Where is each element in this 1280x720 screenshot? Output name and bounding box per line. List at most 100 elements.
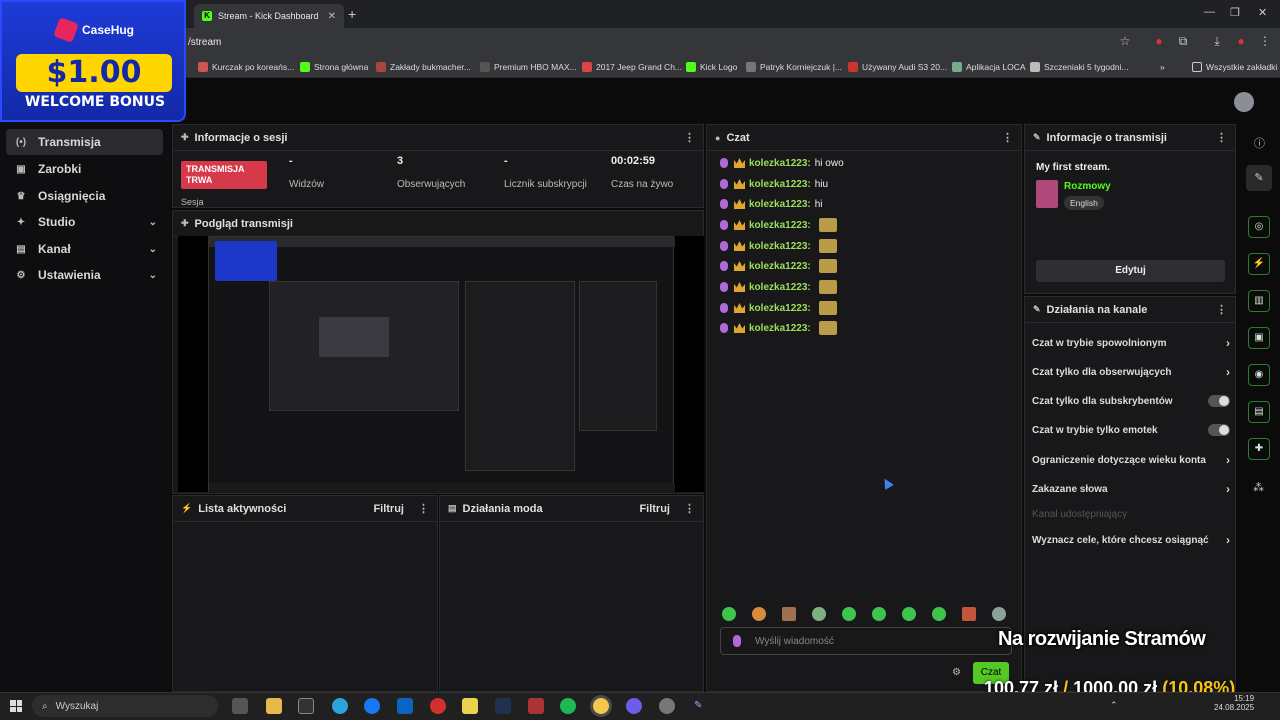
tray-chevron-icon[interactable]: ⌃ bbox=[1110, 700, 1118, 711]
broadcast-toggle-icon[interactable]: ◉ bbox=[1248, 364, 1270, 386]
emote-icon bbox=[818, 280, 837, 294]
all-bookmarks[interactable]: Wszystkie zakładki bbox=[1192, 60, 1277, 74]
user-avatar[interactable] bbox=[1234, 92, 1254, 112]
taskbar-clock[interactable]: 15:19 24.08.2025 bbox=[1214, 694, 1254, 712]
task-view-icon[interactable] bbox=[232, 698, 248, 714]
chrome-icon[interactable] bbox=[593, 698, 609, 714]
language-tag: English bbox=[1064, 196, 1104, 210]
casehug-logo: CaseHug bbox=[53, 17, 134, 43]
quick-emote-icon[interactable] bbox=[872, 607, 886, 621]
maximize-icon[interactable]: ❐ bbox=[1230, 6, 1240, 19]
category-link[interactable]: Rozmowy bbox=[1064, 181, 1111, 192]
app-icon[interactable] bbox=[528, 698, 544, 714]
more-options-icon[interactable]: ⋮ bbox=[684, 131, 695, 144]
more-options-icon[interactable]: ⋮ bbox=[1002, 131, 1013, 144]
subscribers-only-toggle[interactable]: Czat tylko dla subskrybentów bbox=[1032, 395, 1230, 407]
quick-emote-icon[interactable] bbox=[992, 607, 1006, 621]
more-options-icon[interactable]: ⋮ bbox=[418, 502, 429, 515]
bookmark-favicon-icon bbox=[952, 62, 962, 72]
stream-preview-video[interactable] bbox=[178, 236, 704, 492]
more-options-icon[interactable]: ⋮ bbox=[1216, 303, 1227, 316]
extension-record-icon[interactable]: ● bbox=[1152, 34, 1166, 48]
bookmark-item[interactable]: Szczeniaki 5 tygodni... bbox=[1030, 60, 1129, 74]
bookmark-item[interactable]: Premium HBO MAX... bbox=[480, 60, 577, 74]
edge-icon[interactable] bbox=[332, 698, 348, 714]
quick-emote-icon[interactable] bbox=[782, 607, 796, 621]
integrations-icon[interactable]: ⁂ bbox=[1253, 481, 1264, 494]
bookmark-item[interactable]: Używany Audi S3 20... bbox=[848, 60, 947, 74]
clipboard-icon[interactable]: ▥ bbox=[1248, 290, 1270, 312]
sidebar-item-zarobki[interactable]: ▣ Zarobki bbox=[6, 156, 163, 182]
sidebar-item-ustawienia[interactable]: ⚙ Ustawienia ⌄ bbox=[6, 262, 163, 288]
minimize-icon[interactable]: — bbox=[1204, 6, 1215, 18]
bookmark-item[interactable]: Kick Logo bbox=[686, 60, 737, 74]
crown-badge-icon bbox=[734, 241, 745, 251]
sidebar-item-studio[interactable]: ✦ Studio ⌄ bbox=[6, 209, 163, 235]
chat-settings-icon[interactable]: ⚙ bbox=[952, 667, 961, 678]
more-options-icon[interactable]: ⋮ bbox=[1216, 131, 1227, 144]
goals-action[interactable]: Wyznacz cele, które chcesz osiągnąć › bbox=[1032, 533, 1230, 547]
app-icon[interactable] bbox=[298, 698, 314, 714]
bookmark-item[interactable]: Patryk Korniejczuk |... bbox=[746, 60, 842, 74]
wrench-icon[interactable]: ✚ bbox=[1248, 438, 1270, 460]
kick-favicon-icon: K bbox=[202, 11, 212, 21]
bookmark-item[interactable]: 2017 Jeep Grand Ch... bbox=[582, 60, 682, 74]
quick-emote-icon[interactable] bbox=[902, 607, 916, 621]
quick-emote-icon[interactable] bbox=[812, 607, 826, 621]
star-icon[interactable]: ☆ bbox=[1118, 34, 1132, 48]
info-icon[interactable]: ⓘ bbox=[1254, 135, 1265, 151]
slow-mode-action[interactable]: Czat w trybie spowolnionym › bbox=[1032, 336, 1230, 350]
facebook-icon[interactable] bbox=[364, 698, 380, 714]
quick-emote-icon[interactable] bbox=[932, 607, 946, 621]
download-icon[interactable]: ⤓ bbox=[1210, 34, 1224, 48]
app-icon[interactable] bbox=[495, 698, 511, 714]
bookmark-item[interactable]: Strona główna bbox=[300, 60, 368, 74]
casehug-ad-banner[interactable]: CaseHug $1.00 WELCOME BONUS bbox=[0, 0, 186, 122]
bookmarks-more-icon[interactable]: » bbox=[1160, 60, 1165, 74]
banned-words-action[interactable]: Zakazane słowa › bbox=[1032, 482, 1230, 496]
quick-emote-icon[interactable] bbox=[752, 607, 766, 621]
quick-emote-icon[interactable] bbox=[962, 607, 976, 621]
pen-icon[interactable]: ✎ bbox=[694, 700, 702, 711]
sidebar-item-kanal[interactable]: ▤ Kanał ⌄ bbox=[6, 236, 163, 262]
camera-icon[interactable]: ◎ bbox=[1248, 216, 1270, 238]
url-field[interactable]: /stream bbox=[188, 37, 221, 48]
emote-only-toggle[interactable]: Czat w trybie tylko emotek bbox=[1032, 424, 1230, 436]
outlook-icon[interactable] bbox=[397, 698, 413, 714]
close-tab-icon[interactable]: ✕ bbox=[328, 11, 336, 22]
quick-emote-icon[interactable] bbox=[722, 607, 736, 621]
spotify-icon[interactable] bbox=[560, 698, 576, 714]
lightning-icon[interactable]: ⚡ bbox=[1248, 253, 1270, 275]
chat-bubble-icon[interactable]: ▣ bbox=[1248, 327, 1270, 349]
menu-kebab-icon[interactable]: ⋮ bbox=[1258, 34, 1272, 48]
bookmark-item[interactable]: Zakłady bukmacher... bbox=[376, 60, 471, 74]
app-icon[interactable] bbox=[659, 698, 675, 714]
edit-layout-icon[interactable]: ✎ bbox=[1246, 165, 1272, 191]
windows-start-icon[interactable] bbox=[10, 700, 22, 712]
file-explorer-icon[interactable] bbox=[266, 698, 282, 714]
bookmark-item[interactable]: Aplikacja LOCA bbox=[952, 60, 1026, 74]
pencil-icon: ✎ bbox=[1033, 132, 1041, 142]
mod-actions-panel: ▤ Działania moda Filtruj ⋮ bbox=[439, 495, 704, 692]
new-tab-icon[interactable]: + bbox=[348, 6, 356, 22]
opera-icon[interactable] bbox=[430, 698, 446, 714]
edit-button[interactable]: Edytuj bbox=[1036, 260, 1225, 282]
more-options-icon[interactable]: ⋮ bbox=[684, 502, 695, 515]
quick-emote-icon[interactable] bbox=[842, 607, 856, 621]
layers-icon[interactable]: ▤ bbox=[1248, 401, 1270, 423]
chat-message-input[interactable]: Wyślij wiadomość bbox=[720, 627, 1012, 655]
sidebar-item-transmisja[interactable]: (•) Transmisja bbox=[6, 129, 163, 155]
account-age-action[interactable]: Ograniczenie dotyczące wieku konta › bbox=[1032, 453, 1230, 467]
profile-icon[interactable]: ● bbox=[1234, 34, 1248, 48]
app-icon[interactable] bbox=[462, 698, 478, 714]
sidebar-item-osiagniecia[interactable]: ♛ Osiągnięcia bbox=[6, 183, 163, 209]
taskbar-search[interactable]: ⌕ Wyszukaj bbox=[32, 695, 218, 717]
app-icon[interactable] bbox=[626, 698, 642, 714]
extensions-icon[interactable]: ⧉ bbox=[1176, 34, 1190, 48]
followers-only-action[interactable]: Czat tylko dla obserwujących › bbox=[1032, 365, 1230, 379]
filter-button[interactable]: Filtruj bbox=[639, 503, 670, 515]
filter-button[interactable]: Filtruj bbox=[373, 503, 404, 515]
browser-tab[interactable]: K Stream - Kick Dashboard ✕ bbox=[194, 4, 344, 28]
close-window-icon[interactable]: ✕ bbox=[1258, 6, 1267, 19]
bookmark-item[interactable]: Kurczak po koreańs... bbox=[198, 60, 294, 74]
